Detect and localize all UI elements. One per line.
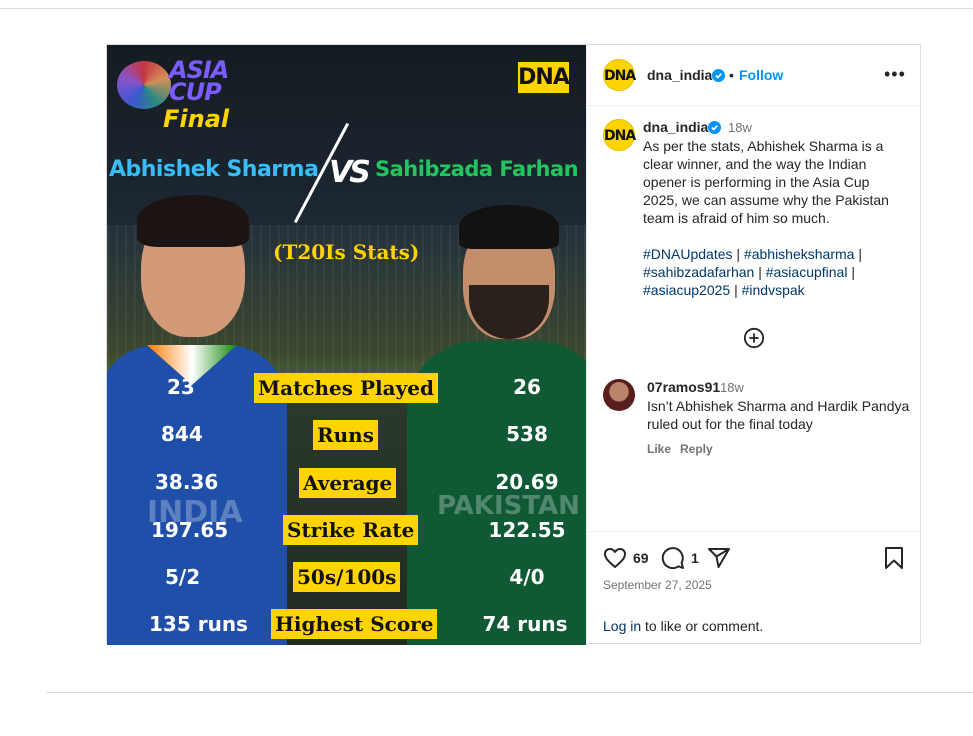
top-divider	[0, 8, 973, 9]
asia-cup-final-text: Final	[163, 105, 230, 133]
verified-icon	[712, 69, 725, 82]
login-prompt: Log in to like or comment.	[603, 618, 763, 634]
hashtag-separator: |	[732, 246, 744, 262]
stat-right-matches: 26	[513, 375, 541, 399]
login-suffix: to like or comment.	[641, 618, 764, 634]
caption-verified-icon	[708, 121, 721, 134]
jersey-text-right: PAKISTAN	[437, 491, 580, 521]
hashtag-separator: |	[754, 264, 766, 280]
commenter-avatar[interactable]	[603, 379, 635, 411]
post-date[interactable]: September 27, 2025	[603, 578, 712, 592]
stat-label-strike-rate: Strike Rate	[283, 515, 419, 545]
player-right-name: Sahibzada Farhan	[375, 157, 579, 181]
post-actions: 69 1 September 27, 2025 Log in to like o…	[587, 531, 921, 644]
asia-cup-logo: ASIA CUP Final	[113, 53, 233, 133]
stat-right-average: 20.69	[495, 470, 559, 494]
heart-icon[interactable]	[603, 546, 627, 570]
dna-brand-badge: DNA	[518, 62, 570, 93]
player-left-name: Abhishek Sharma	[109, 157, 319, 182]
caption-username[interactable]: dna_india	[643, 119, 708, 135]
hashtag-link[interactable]: #sahibzadafarhan	[643, 264, 754, 280]
hashtag-link[interactable]: #DNAUpdates	[643, 246, 733, 262]
author-avatar[interactable]: DNA	[603, 59, 636, 91]
stat-label-fifties-hundreds: 50s/100s	[293, 562, 401, 592]
post-header: DNA dna_india • Follow •••	[587, 45, 921, 106]
login-link[interactable]: Log in	[603, 618, 641, 634]
stat-right-runs: 538	[506, 422, 548, 446]
likes-count[interactable]: 69	[633, 550, 649, 566]
hashtag-link[interactable]: #indvspak	[742, 282, 805, 298]
comment-like-button[interactable]: Like	[647, 442, 671, 456]
post-image[interactable]: ASIA CUP Final DNA INDIA PAKISTAN Abhish…	[107, 45, 586, 645]
stat-right-strike-rate: 122.55	[488, 518, 566, 542]
stat-label-average: Average	[299, 468, 397, 498]
stat-label-runs: Runs	[313, 420, 378, 450]
follow-button[interactable]: Follow	[739, 67, 783, 83]
stat-right-highest-score: 74 runs	[482, 612, 568, 636]
comment-icon[interactable]	[661, 546, 685, 570]
share-icon[interactable]	[707, 546, 731, 570]
add-circle-icon[interactable]	[743, 327, 765, 349]
caption-avatar[interactable]: DNA	[603, 119, 636, 151]
asia-cup-logo-text: ASIA CUP	[169, 56, 229, 106]
commenter-username[interactable]: 07ramos91	[647, 379, 720, 395]
stat-left-strike-rate: 197.65	[151, 518, 229, 542]
bottom-divider	[46, 692, 973, 693]
hashtag-link[interactable]: #asiacup2025	[643, 282, 730, 298]
hashtag-separator: |	[730, 282, 742, 298]
stat-left-average: 38.36	[155, 470, 219, 494]
bookmark-icon[interactable]	[883, 546, 905, 570]
hashtag-separator: |	[847, 264, 855, 280]
player-left-hair	[137, 195, 249, 247]
comment-text: Isn’t Abhishek Sharma and Hardik Pandya …	[647, 398, 910, 432]
instagram-post: ASIA CUP Final DNA INDIA PAKISTAN Abhish…	[106, 44, 921, 645]
comments-count[interactable]: 1	[691, 550, 699, 566]
stat-right-fifties-hundreds: 4/0	[509, 565, 545, 589]
comment-reply-button[interactable]: Reply	[680, 442, 713, 456]
caption-time[interactable]: 18w	[728, 120, 752, 135]
hashtag-link[interactable]: #abhisheksharma	[744, 246, 855, 262]
player-right-hair	[459, 205, 559, 249]
hashtag-link[interactable]: #asiacupfinal	[766, 264, 848, 280]
hashtag-separator: |	[854, 246, 862, 262]
comment-time[interactable]: 18w	[720, 380, 744, 395]
author-username[interactable]: dna_india	[647, 67, 712, 83]
versus-text: VS	[329, 155, 371, 190]
caption-text: As per the stats, Abhishek Sharma is a c…	[643, 138, 889, 226]
stat-label-highest-score: Highest Score	[271, 609, 438, 639]
asia-cup-ball-graphic	[117, 61, 171, 109]
stat-left-runs: 844	[161, 422, 203, 446]
header-separator: •	[729, 67, 734, 83]
post-sidebar: DNA dna_india • Follow ••• DNA dna_india…	[586, 45, 921, 643]
more-icon[interactable]: •••	[884, 65, 906, 83]
stats-subtitle: (T20Is Stats)	[273, 240, 420, 264]
caption-hashtags: #DNAUpdates | #abhisheksharma | #sahibza…	[643, 245, 893, 299]
stat-label-matches: Matches Played	[254, 373, 438, 403]
